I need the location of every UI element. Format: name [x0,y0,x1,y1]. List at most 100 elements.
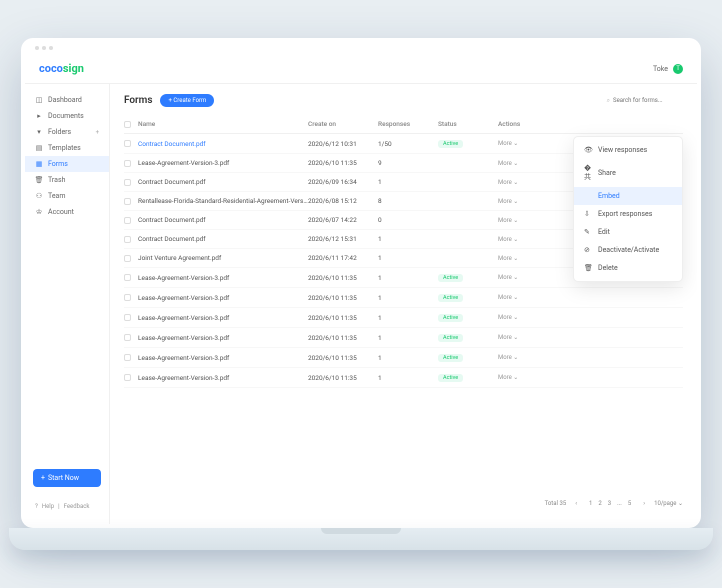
row-checkbox[interactable] [124,354,131,361]
status-cell: Active [438,293,498,302]
form-name[interactable]: Rentallease-Florida-Standard-Residential… [138,197,308,205]
row-checkbox[interactable] [124,274,131,281]
created-date: 2020/6/10 11:35 [308,314,378,322]
response-count: 1 [378,314,438,322]
response-count: 1/50 [378,140,438,148]
prev-page-button[interactable]: ‹ [572,499,580,508]
sidebar-footer: ? Help | Feedback [25,497,109,516]
dropdown-item-view-responses[interactable]: 👁View responses [574,141,682,159]
table-row: Lease-Agreement-Version-3.pdf2020/6/10 1… [124,368,683,388]
more-actions-button[interactable]: More ⌄ [498,255,538,262]
select-all-checkbox[interactable] [124,121,131,128]
nav-icon: ♔ [35,208,43,216]
form-name[interactable]: Lease-Agreement-Version-3.pdf [138,294,308,302]
dropdown-item-export-responses[interactable]: ⇩Export responses [574,205,682,223]
create-form-button[interactable]: + Create Form [160,94,214,107]
more-actions-button[interactable]: More ⌄ [498,374,538,381]
next-page-button[interactable]: › [640,499,648,508]
form-name[interactable]: Lease-Agreement-Version-3.pdf [138,334,308,342]
row-checkbox[interactable] [124,160,131,167]
dropdown-item-share[interactable]: �共Share [574,159,682,187]
response-count: 1 [378,178,438,186]
created-date: 2020/6/10 11:35 [308,159,378,167]
status-badge: Active [438,374,463,382]
more-actions-button[interactable]: More ⌄ [498,294,538,301]
start-now-button[interactable]: + Start Now [33,469,101,487]
created-date: 2020/6/12 10:31 [308,140,378,148]
form-name[interactable]: Lease-Agreement-Version-3.pdf [138,274,308,282]
form-name[interactable]: Joint Venture Agreement.pdf [138,254,308,262]
more-actions-button[interactable]: More ⌄ [498,160,538,167]
form-name[interactable]: Lease-Agreement-Version-3.pdf [138,314,308,322]
row-checkbox[interactable] [124,198,131,205]
status-badge: Active [438,334,463,342]
sidebar-item-trash[interactable]: 🗑Trash [25,172,109,188]
form-name[interactable]: Lease-Agreement-Version-3.pdf [138,374,308,382]
response-count: 1 [378,274,438,282]
row-checkbox[interactable] [124,217,131,224]
sidebar-item-templates[interactable]: ▤Templates [25,140,109,156]
avatar: T [673,64,683,74]
form-name[interactable]: Contract Document.pdf [138,140,308,148]
more-actions-button[interactable]: More ⌄ [498,179,538,186]
table-header: Name Create on Responses Status Actions [124,115,683,134]
table-row: Lease-Agreement-Version-3.pdf2020/6/10 1… [124,328,683,348]
sidebar-item-team[interactable]: ⚇Team [25,188,109,204]
sidebar-item-account[interactable]: ♔Account [25,204,109,220]
created-date: 2020/6/10 11:35 [308,374,378,382]
form-name[interactable]: Lease-Agreement-Version-3.pdf [138,159,308,167]
more-actions-button[interactable]: More ⌄ [498,140,538,147]
row-checkbox[interactable] [124,294,131,301]
expand-icon[interactable]: + [96,129,99,136]
page-3[interactable]: 3 [605,499,614,508]
response-count: 1 [378,354,438,362]
more-actions-button[interactable]: More ⌄ [498,274,538,281]
row-checkbox[interactable] [124,140,131,147]
sidebar-item-forms[interactable]: ▦Forms [25,156,109,172]
page-2[interactable]: 2 [595,499,604,508]
row-checkbox[interactable] [124,314,131,321]
status-badge: Active [438,274,463,282]
help-link[interactable]: Help [42,503,54,510]
row-checkbox[interactable] [124,334,131,341]
dropdown-item-embed[interactable]: Embed [574,187,682,205]
status-cell: Active [438,313,498,322]
page-1[interactable]: 1 [586,499,595,508]
sidebar-item-documents[interactable]: ▸Documents [25,108,109,124]
nav-icon: ◫ [35,96,43,104]
dropdown-icon: 🗑 [584,264,592,272]
app-header: cocosign Toke T [25,54,697,84]
response-count: 0 [378,216,438,224]
search-box[interactable]: ⌕ [607,97,683,105]
dropdown-item-deactivate-activate[interactable]: ⊘Deactivate/Activate [574,241,682,259]
form-name[interactable]: Contract Document.pdf [138,235,308,243]
dropdown-item-delete[interactable]: 🗑Delete [574,259,682,277]
form-name[interactable]: Contract Document.pdf [138,178,308,186]
more-actions-button[interactable]: More ⌄ [498,198,538,205]
dropdown-icon: ✎ [584,228,592,236]
status-cell: Active [438,139,498,148]
form-name[interactable]: Lease-Agreement-Version-3.pdf [138,354,308,362]
more-actions-button[interactable]: More ⌄ [498,354,538,361]
sidebar-item-folders[interactable]: ▾Folders+ [25,124,109,140]
more-actions-button[interactable]: More ⌄ [498,314,538,321]
row-checkbox[interactable] [124,179,131,186]
form-name[interactable]: Contract Document.pdf [138,216,308,224]
per-page-select[interactable]: 10/page ⌄ [654,500,683,507]
row-checkbox[interactable] [124,374,131,381]
more-actions-button[interactable]: More ⌄ [498,217,538,224]
table-row: Lease-Agreement-Version-3.pdf2020/6/10 1… [124,348,683,368]
feedback-link[interactable]: Feedback [64,503,90,510]
page-...[interactable]: ... [614,499,625,508]
sidebar-item-dashboard[interactable]: ◫Dashboard [25,92,109,108]
dropdown-item-edit[interactable]: ✎Edit [574,223,682,241]
user-menu[interactable]: Toke T [653,64,683,74]
more-actions-button[interactable]: More ⌄ [498,236,538,243]
page-5[interactable]: 5 [625,499,634,508]
row-checkbox[interactable] [124,236,131,243]
row-checkbox[interactable] [124,255,131,262]
response-count: 1 [378,334,438,342]
more-actions-button[interactable]: More ⌄ [498,334,538,341]
search-input[interactable] [613,97,683,104]
created-date: 2020/6/10 11:35 [308,274,378,282]
